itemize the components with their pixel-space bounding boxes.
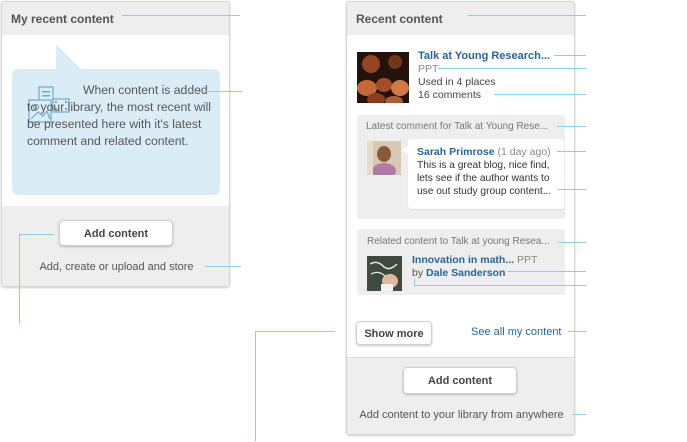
comment-bubble-tail [402, 145, 409, 155]
annotation-line [557, 126, 586, 127]
annotation-line [557, 151, 586, 152]
content-item-usage: Used in 4 places [418, 76, 496, 88]
annotation-line [558, 242, 586, 243]
annotation-line [414, 285, 586, 286]
related-item-type: PPT [517, 254, 538, 266]
related-by-label: by [412, 267, 424, 279]
content-thumbnail[interactable] [357, 52, 409, 103]
see-all-content-link[interactable]: See all my content [471, 326, 562, 338]
recent-content-widget: Recent content Talk at Young Research...… [346, 1, 575, 435]
show-more-button[interactable]: Show more [356, 321, 432, 345]
add-content-hint: Add, create or upload and store [39, 261, 194, 273]
related-item-author[interactable]: Dale Sanderson [426, 267, 505, 279]
latest-comment-header: Latest comment for Talk at Young Rese... [366, 121, 549, 132]
widget-title: Recent content [347, 2, 574, 35]
bubble-tail [56, 44, 82, 70]
annotation-line [255, 331, 256, 441]
annotation-line [438, 68, 586, 69]
widget-title: My recent content [2, 2, 229, 35]
comment-author[interactable]: Sarah Primrose [417, 146, 495, 158]
annotation-line [255, 331, 335, 332]
annotation-line [468, 15, 586, 16]
annotation-line [19, 234, 54, 235]
content-item-comments: 16 comments [418, 89, 482, 101]
commenter-avatar[interactable] [367, 141, 401, 175]
annotation-line [188, 91, 242, 92]
related-item-title[interactable]: Innovation in math... [412, 254, 514, 266]
empty-state-message: When content is added to your library, t… [27, 83, 212, 148]
content-item-title[interactable]: Talk at Young Research... [418, 50, 550, 62]
related-item-author-line: by Dale Sanderson [412, 267, 505, 279]
add-content-button[interactable]: Add content [403, 367, 517, 394]
latest-comment-panel: Latest comment for Talk at Young Rese...… [357, 115, 565, 219]
related-item-meta: Innovation in math... PPT [412, 254, 537, 266]
annotation-line [554, 55, 586, 56]
annotation-line [508, 271, 586, 272]
annotation-line [414, 279, 415, 286]
content-item-type: PPT [418, 63, 439, 75]
related-content-header: Related content to Talk at young Resea..… [367, 236, 550, 247]
add-content-hint: Add content to your library from anywher… [359, 409, 564, 421]
add-content-area [2, 206, 229, 286]
annotation-line [205, 266, 241, 267]
annotation-line [572, 414, 586, 415]
annotation-line [558, 189, 586, 190]
add-content-button[interactable]: Add content [59, 220, 173, 246]
comment-time: (1 day ago) [497, 146, 551, 158]
related-thumbnail[interactable] [367, 256, 402, 291]
annotation-line [19, 234, 20, 324]
annotation-line [494, 94, 586, 95]
annotation-line [122, 15, 240, 16]
my-recent-content-widget: My recent content When content is added … [1, 1, 230, 287]
comment-text: This is a great blog, nice find, lets se… [417, 160, 552, 197]
comment-meta: Sarah Primrose (1 day ago) [417, 146, 551, 158]
annotation-line [568, 331, 586, 332]
